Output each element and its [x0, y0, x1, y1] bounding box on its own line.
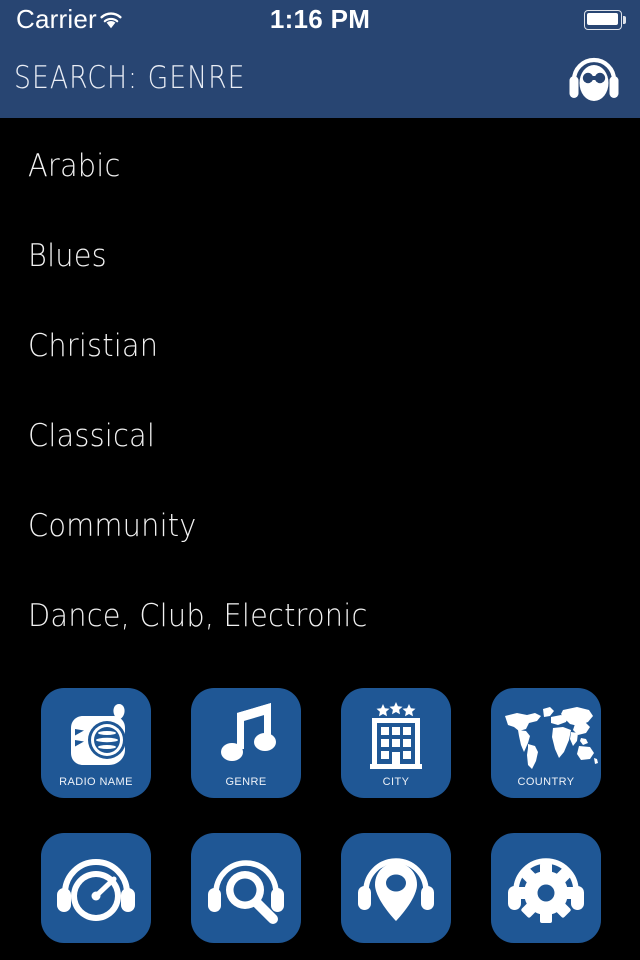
genre-label: Community: [28, 508, 197, 544]
genre-label: Blues: [28, 238, 107, 274]
genre-list[interactable]: Arabic Blues Christian Classical Communi…: [0, 118, 640, 668]
tile-radio-name[interactable]: RADIO NAME: [41, 688, 151, 798]
list-item[interactable]: Blues: [28, 234, 113, 278]
tile-settings[interactable]: [491, 833, 601, 943]
list-item[interactable]: Christian: [28, 324, 168, 368]
genre-label: Christian: [28, 328, 159, 364]
list-item[interactable]: Dance, Club, Electronic: [28, 594, 393, 638]
header-bar: Carrier 1:16 PM SEARCH: GENRE: [0, 0, 640, 118]
list-item[interactable]: Classical: [28, 414, 165, 458]
headphones-gear-icon: [491, 833, 601, 943]
battery-full-icon: [584, 10, 626, 30]
tile-label: RADIO NAME: [59, 776, 133, 788]
page-title: SEARCH: GENRE: [14, 60, 246, 96]
tile-country[interactable]: COUNTRY: [491, 688, 601, 798]
headphones-magnifier-icon: [191, 833, 301, 943]
tile-tuner[interactable]: [41, 833, 151, 943]
tile-label: GENRE: [225, 776, 267, 788]
navigation-tile-grid: RADIO NAME GENRE CITY COUNTRY: [0, 670, 640, 960]
headphones-mascot-icon[interactable]: [562, 46, 626, 110]
genre-label: Dance, Club, Electronic: [28, 598, 368, 634]
genre-label: Arabic: [28, 148, 121, 184]
battery-body: [584, 10, 622, 30]
app-screen: Carrier 1:16 PM SEARCH: GENRE Arabic Blu…: [0, 0, 640, 960]
tile-label: COUNTRY: [517, 776, 575, 788]
battery-fill: [587, 13, 618, 25]
tile-label: CITY: [382, 776, 410, 788]
title-bar: SEARCH: GENRE: [0, 38, 640, 118]
list-item[interactable]: Arabic: [28, 144, 127, 188]
headphones-dial-icon: [41, 833, 151, 943]
tile-location[interactable]: [341, 833, 451, 943]
tile-genre[interactable]: GENRE: [191, 688, 301, 798]
genre-label: Classical: [28, 418, 156, 454]
headphones-map-pin-icon: [341, 833, 451, 943]
tile-search[interactable]: [191, 833, 301, 943]
status-bar: Carrier 1:16 PM: [0, 0, 640, 38]
tile-city[interactable]: CITY: [341, 688, 451, 798]
clock-label: 1:16 PM: [269, 4, 371, 34]
list-item[interactable]: Community: [28, 504, 209, 548]
battery-cap: [622, 16, 626, 24]
